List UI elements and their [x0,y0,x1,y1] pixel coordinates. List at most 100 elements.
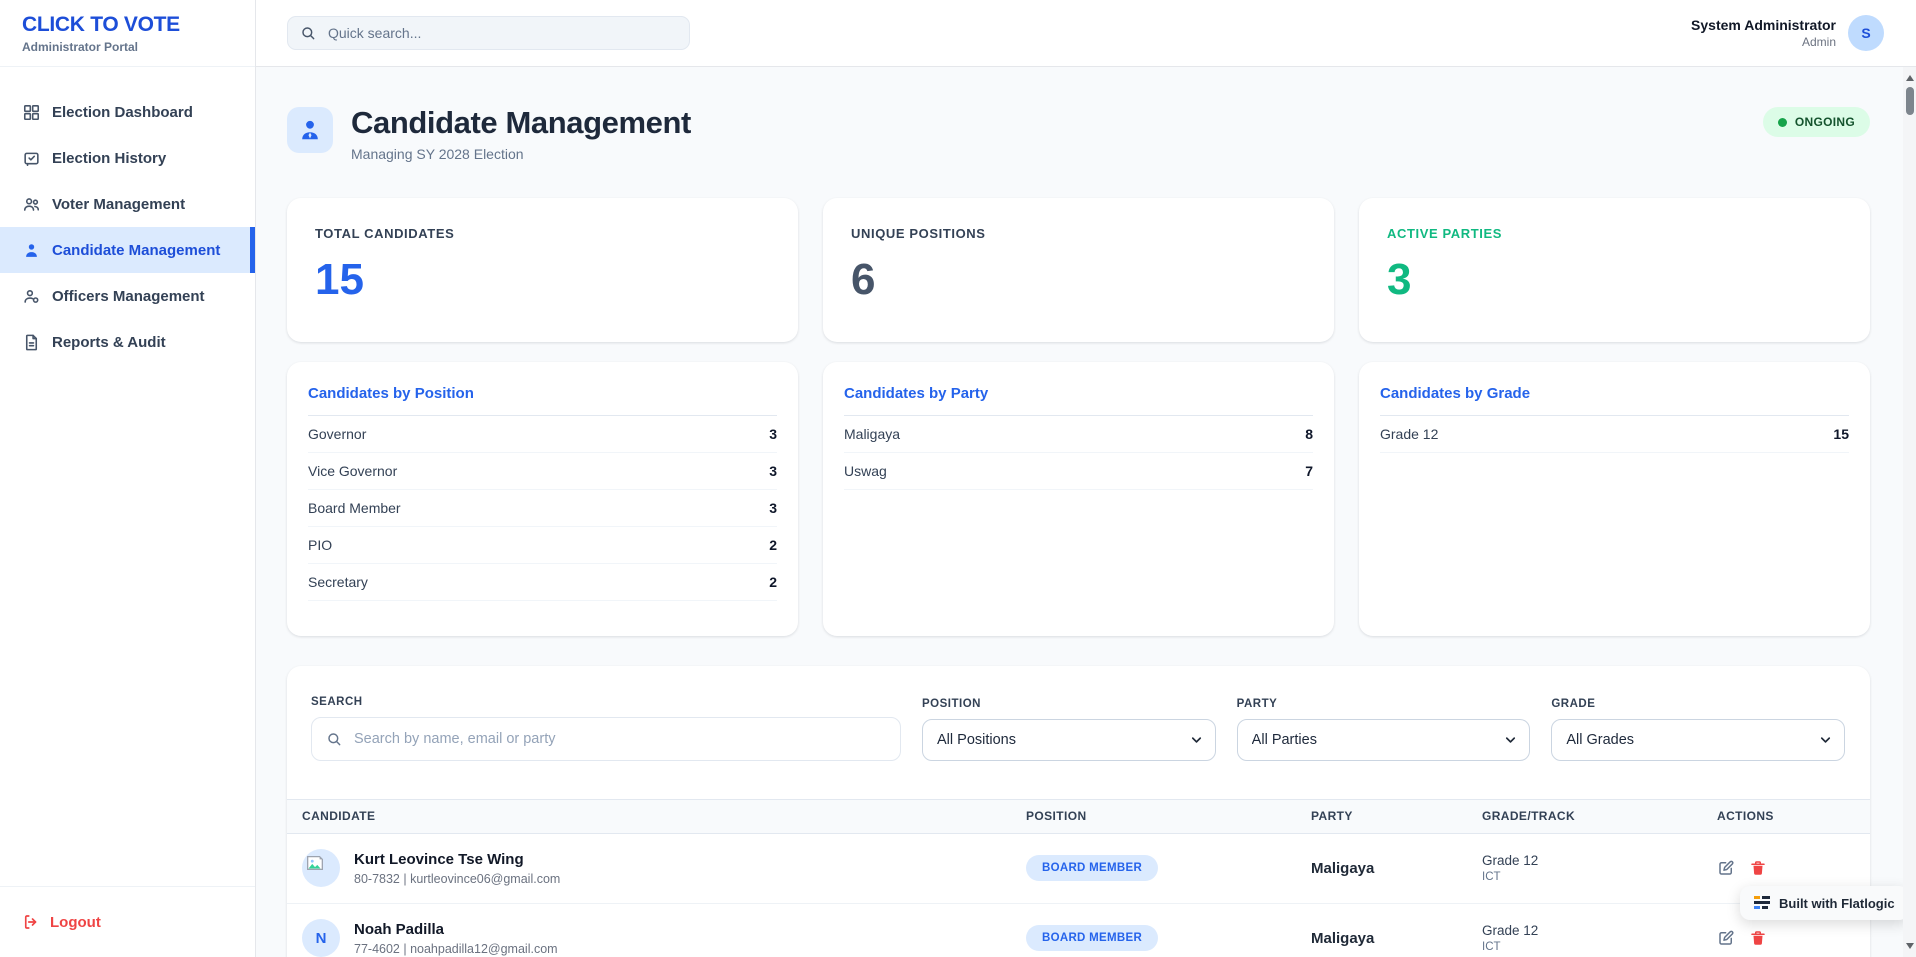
breakdown-card-candidates-by-position: Candidates by PositionGovernor3Vice Gove… [287,362,798,636]
breakdown-row-label: Maligaya [844,426,900,442]
breakdown-grid: Candidates by PositionGovernor3Vice Gove… [287,362,1870,636]
breakdown-row-count: 15 [1833,426,1849,442]
party-filter-select[interactable]: All Parties [1237,719,1531,761]
breakdown-row: Uswag 7 [844,453,1313,490]
candidate-search[interactable] [311,717,901,761]
position-badge: BOARD MEMBER [1026,925,1158,951]
app-logo: CLICK TO VOTE [22,13,233,37]
officer-person-icon [22,287,41,306]
grade-filter-label: GRADE [1551,698,1845,710]
breakdown-row: PIO2 [308,527,777,564]
delete-candidate-button[interactable] [1749,929,1767,947]
party-cell: Maligaya [1311,860,1482,877]
delete-candidate-button[interactable] [1749,859,1767,877]
column-candidate: CANDIDATE [302,809,1026,823]
candidate-meta: 80-7832 | kurtleovince06@gmail.com [354,872,560,886]
sidebar-item-voter-management[interactable]: Voter Management [0,181,255,227]
sidebar-item-label: Voter Management [52,196,185,213]
quick-search-input[interactable] [326,24,677,42]
candidate-name-block: Noah Padilla 77-4602 | noahpadilla12@gmai… [354,921,558,956]
sidebar-item-reports-audit[interactable]: Reports & Audit [0,319,255,365]
sidebar-item-label: Election Dashboard [52,104,193,121]
sidebar-item-officers-management[interactable]: Officers Management [0,273,255,319]
column-party: PARTY [1311,809,1482,823]
status-dot-icon [1778,118,1787,127]
candidate-page-icon [287,107,333,153]
sidebar-item-candidate-management[interactable]: Candidate Management [0,227,255,273]
sidebar-item-election-history[interactable]: Election History [0,135,255,181]
table-header: CANDIDATE POSITION PARTY GRADE/TRACK ACT… [287,799,1870,834]
candidates-panel: SEARCH POSITION All Positions [287,666,1870,957]
column-grade-track: GRADE/TRACK [1482,809,1717,823]
quick-search[interactable] [287,16,690,50]
breakdown-row: Secretary2 [308,564,777,601]
breakdown-row-label: Governor [308,426,366,442]
breakdown-title: Candidates by Grade [1380,362,1849,416]
candidate-name: Kurt Leovince Tse Wing [354,851,560,868]
party-filter-label: PARTY [1237,698,1531,710]
grade-cell: Grade 12ICT [1482,923,1717,953]
logout-label: Logout [50,914,101,931]
breakdown-row-count: 3 [769,426,777,442]
edit-candidate-button[interactable] [1717,859,1735,877]
stat-label: ACTIVE PARTIES [1387,226,1842,241]
search-icon [300,25,316,41]
built-with-flatlogic-badge[interactable]: Built with Flatlogic [1740,886,1909,920]
breakdown-title: Candidates by Position [308,362,777,416]
edit-candidate-button[interactable] [1717,929,1735,947]
table-row: Kurt Leovince Tse Wing 80-7832 | kurtleov… [287,834,1870,904]
candidate-search-input[interactable] [352,730,886,748]
candidate-meta: 77-4602 | noahpadilla12@gmail.com [354,942,558,956]
stat-card-unique-positions: UNIQUE POSITIONS6 [823,198,1334,342]
candidate-cell: Kurt Leovince Tse Wing 80-7832 | kurtleov… [302,849,1026,887]
scrollbar-up-arrow[interactable] [1906,75,1914,81]
page-subtitle: Managing SY 2028 Election [351,146,691,162]
breakdown-row: Grade 1215 [1380,416,1849,453]
breakdown-row-count: 8 [1305,426,1313,442]
track-value: ICT [1482,871,1717,883]
search-icon [326,731,342,747]
candidate-name: Noah Padilla [354,921,558,938]
sidebar-item-label: Candidate Management [52,242,220,259]
logout-icon [22,913,40,931]
vertical-scrollbar[interactable] [1903,67,1916,957]
breakdown-row: Governor 3 [308,416,777,453]
user-block: System Administrator Admin S [1691,15,1884,51]
logout-button[interactable]: Logout [22,913,233,931]
user-avatar[interactable]: S [1848,15,1884,51]
breakdown-row-count: 3 [769,500,777,516]
position-filter-select[interactable]: All Positions [922,719,1216,761]
sidebar-item-election-dashboard[interactable]: Election Dashboard [0,89,255,135]
ballot-history-icon [22,149,41,168]
scrollbar-thumb[interactable] [1906,87,1914,115]
scrollbar-down-arrow[interactable] [1906,943,1914,949]
breakdown-row-count: 3 [769,463,777,479]
breakdown-row-label: Board Member [308,500,401,516]
breakdown-row-count: 7 [1305,463,1313,479]
broken-image-icon [302,849,340,887]
stat-card-total-candidates: TOTAL CANDIDATES15 [287,198,798,342]
actions-cell [1717,929,1870,947]
breakdown-row-count: 2 [769,574,777,590]
sidebar-footer: Logout [0,886,255,957]
breakdown-title: Candidates by Party [844,362,1313,416]
grade-value: Grade 12 [1482,923,1717,938]
user-name: System Administrator [1691,17,1836,33]
breakdown-row: Board Member 3 [308,490,777,527]
dashboard-grid-icon [22,103,41,122]
breakdown-row-label: Uswag [844,463,887,479]
stat-value: 15 [315,258,770,302]
position-filter-label: POSITION [922,698,1216,710]
stats-grid: TOTAL CANDIDATES15UNIQUE POSITIONS6 ACTIV… [287,198,1870,342]
actions-cell [1717,859,1870,877]
grade-filter-select[interactable]: All Grades [1551,719,1845,761]
stat-value: 6 [851,258,1306,302]
column-position: POSITION [1026,809,1311,823]
position-cell: BOARD MEMBER [1026,925,1311,951]
voters-group-icon [22,195,41,214]
search-filter-label: SEARCH [311,696,901,708]
table-body: Kurt Leovince Tse Wing 80-7832 | kurtleov… [287,834,1870,957]
candidate-name-block: Kurt Leovince Tse Wing 80-7832 | kurtleov… [354,851,560,886]
filters-bar: SEARCH POSITION All Positions [287,666,1870,799]
candidate-person-icon [22,241,41,260]
